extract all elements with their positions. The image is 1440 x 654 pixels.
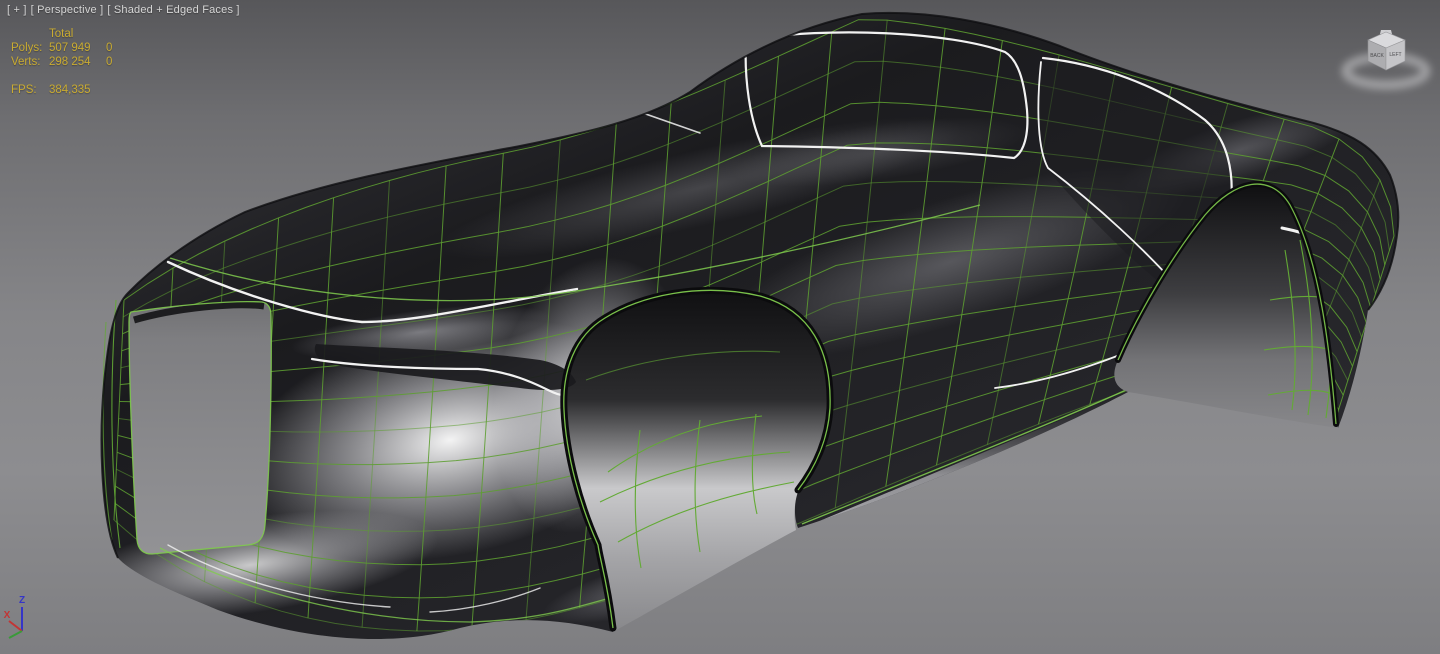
x-axis (9, 621, 22, 631)
stats-header-row: Total (11, 27, 112, 41)
x-axis-label: X (4, 610, 11, 621)
viewport-menu-shading[interactable]: [ Shaded + Edged Faces ] (107, 4, 239, 16)
verts-label: Verts: (11, 55, 49, 69)
world-axis-gizmo: Z X (4, 595, 25, 638)
viewcube-left-label[interactable]: LEFT (1389, 52, 1401, 58)
stats-fps-row: FPS:384,335 (11, 83, 112, 97)
polys-value: 507 949 (49, 41, 106, 55)
polys-delta: 0 (106, 42, 112, 54)
verts-delta: 0 (106, 56, 112, 68)
car-model (55, 13, 1398, 639)
fps-value: 384,335 (49, 83, 106, 97)
y-axis (9, 631, 22, 638)
viewport[interactable]: BACK LEFT Z X [ + ] [ Perspective ][ Shad… (0, 0, 1440, 654)
stats-verts-row: Verts:298 2540 (11, 55, 112, 69)
polys-label: Polys: (11, 41, 49, 55)
stats-total-header: Total (49, 27, 106, 41)
viewport-menu-pov[interactable]: [ Perspective ] (31, 4, 104, 16)
viewport-label: [ + ] [ Perspective ][ Shaded + Edged Fac… (7, 4, 244, 16)
z-axis-label: Z (19, 595, 25, 606)
stats-polys-row: Polys:507 9490 (11, 41, 112, 55)
viewport-menu-general[interactable]: [ + ] (7, 4, 27, 16)
fps-label: FPS: (11, 83, 49, 97)
viewcube[interactable]: BACK LEFT (1346, 30, 1426, 85)
viewport-canvas[interactable]: BACK LEFT Z X (0, 0, 1440, 654)
viewcube-back-label[interactable]: BACK (1370, 53, 1384, 59)
verts-value: 298 254 (49, 55, 106, 69)
viewport-statistics: Total Polys:507 9490 Verts:298 2540 FPS:… (11, 27, 112, 97)
